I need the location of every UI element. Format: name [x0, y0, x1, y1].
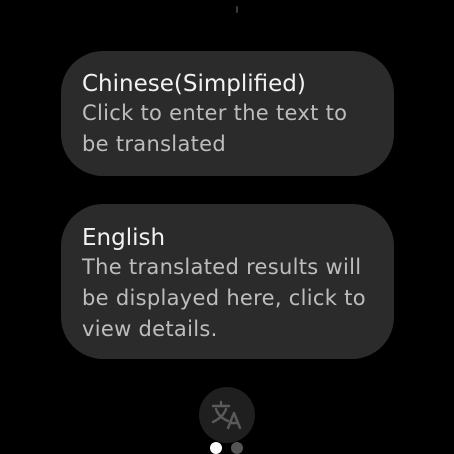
- translate-icon: [209, 397, 245, 433]
- source-text-placeholder: Click to enter the text to be translated: [82, 101, 348, 156]
- page-dot-2: [231, 442, 243, 454]
- translate-button[interactable]: [199, 387, 255, 443]
- source-text-card[interactable]: Chinese(Simplified) Click to enter the t…: [61, 51, 394, 176]
- translation-result-card[interactable]: English The translated results will be d…: [61, 204, 394, 359]
- top-scroll-marker: [236, 6, 238, 13]
- page-indicator: [210, 442, 243, 454]
- page-dot-1: [210, 442, 222, 454]
- target-language-label: English: [82, 225, 166, 251]
- source-language-label: Chinese(Simplified): [82, 71, 306, 97]
- translation-result-placeholder: The translated results will be displayed…: [82, 255, 366, 341]
